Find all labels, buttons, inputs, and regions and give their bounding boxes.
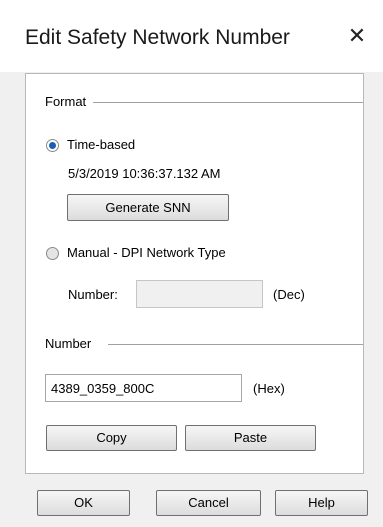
dec-unit-label: (Dec) <box>273 287 305 302</box>
snn-timestamp: 5/3/2019 10:36:37.132 AM <box>68 166 221 181</box>
title-bar: Edit Safety Network Number ✕ <box>0 0 383 72</box>
help-button[interactable]: Help <box>275 490 368 516</box>
time-based-radio[interactable] <box>46 139 59 152</box>
manual-number-label: Number: <box>68 287 118 302</box>
manual-radio[interactable] <box>46 247 59 260</box>
paste-button[interactable]: Paste <box>185 425 316 451</box>
ok-button[interactable]: OK <box>37 490 130 516</box>
edit-snn-dialog: Edit Safety Network Number ✕ Format Time… <box>0 0 383 527</box>
number-group-label: Number <box>45 336 92 351</box>
generate-snn-button[interactable]: Generate SNN <box>67 194 229 221</box>
hex-unit-label: (Hex) <box>253 381 285 396</box>
manual-label[interactable]: Manual - DPI Network Type <box>67 245 226 260</box>
copy-button[interactable]: Copy <box>46 425 177 451</box>
close-icon[interactable]: ✕ <box>346 24 368 48</box>
cancel-button[interactable]: Cancel <box>156 490 261 516</box>
format-group-divider <box>93 102 363 103</box>
content-panel: Format Time-based 5/3/2019 10:36:37.132 … <box>25 73 364 474</box>
snn-number-field[interactable] <box>45 374 242 402</box>
format-group-label: Format <box>45 94 87 109</box>
manual-number-field[interactable] <box>136 280 263 308</box>
number-group-divider <box>108 344 363 345</box>
dialog-title: Edit Safety Network Number <box>25 26 290 49</box>
time-based-label[interactable]: Time-based <box>67 137 135 152</box>
